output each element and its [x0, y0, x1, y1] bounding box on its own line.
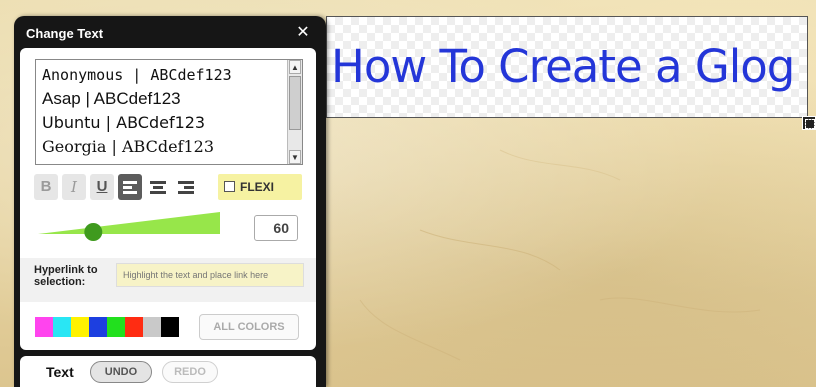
font-list[interactable]: Anonymous | ABCdef123 Asap | ABCdef123 U… [35, 59, 303, 165]
hyperlink-label: Hyperlink to selection: [34, 264, 98, 288]
font-list-scrollbar[interactable]: ▲ ▼ [287, 60, 302, 164]
scroll-thumb[interactable] [289, 76, 301, 130]
redo-button[interactable]: REDO [162, 361, 218, 383]
underline-button[interactable]: U [90, 174, 114, 200]
color-swatch-4[interactable] [107, 317, 125, 337]
font-size-slider[interactable] [34, 210, 224, 244]
font-size-input[interactable]: 60 [254, 215, 298, 241]
flexi-toggle[interactable]: FLEXI [218, 174, 302, 200]
change-text-panel: Change Text ✕ Anonymous | ABCdef123 Asap… [14, 16, 326, 387]
footer-label: Text [46, 364, 74, 380]
scroll-up-icon[interactable]: ▲ [289, 60, 301, 74]
font-item-asap[interactable]: Asap | ABCdef123 [42, 87, 181, 111]
color-swatches [35, 317, 179, 337]
hyperlink-input[interactable] [116, 263, 304, 287]
canvas-text-box[interactable]: How To Create a Glog [326, 16, 808, 118]
panel-title: Change Text [26, 26, 104, 41]
color-swatch-2[interactable] [71, 317, 89, 337]
color-swatch-5[interactable] [125, 317, 143, 337]
font-item-anonymous[interactable]: Anonymous | ABCdef123 [42, 63, 232, 87]
hyperlink-section: Hyperlink to selection: [20, 258, 316, 302]
color-swatch-3[interactable] [89, 317, 107, 337]
flexi-checkbox[interactable] [224, 181, 235, 192]
italic-button[interactable]: I [62, 174, 86, 200]
slider-knob[interactable] [84, 223, 103, 241]
format-toolbar: B I U FLEXI [34, 174, 302, 202]
slider-track [38, 212, 220, 234]
all-colors-button[interactable]: ALL COLORS [199, 314, 299, 340]
scroll-down-icon[interactable]: ▼ [289, 150, 301, 164]
align-left-button[interactable] [118, 174, 142, 200]
align-left-icon [123, 181, 137, 194]
glog-title-text[interactable]: How To Create a Glog [331, 39, 795, 95]
align-right-icon [178, 181, 194, 194]
bold-button[interactable]: B [34, 174, 58, 200]
align-right-button[interactable] [174, 174, 198, 200]
align-center-icon [150, 181, 166, 194]
close-icon[interactable]: ✕ [295, 25, 311, 41]
color-swatch-1[interactable] [53, 317, 71, 337]
color-swatch-6[interactable] [143, 317, 161, 337]
resize-handle-icon[interactable] [802, 116, 816, 130]
color-swatch-7[interactable] [161, 317, 179, 337]
font-item-georgia[interactable]: Georgia | ABCdef123 [42, 135, 214, 159]
font-item-ubuntu[interactable]: Ubuntu | ABCdef123 [42, 111, 205, 135]
color-swatch-0[interactable] [35, 317, 53, 337]
align-center-button[interactable] [146, 174, 170, 200]
panel-footer: Text UNDO REDO [20, 356, 316, 387]
panel-body: Anonymous | ABCdef123 Asap | ABCdef123 U… [20, 48, 316, 350]
flexi-label: FLEXI [240, 180, 275, 194]
undo-button[interactable]: UNDO [90, 361, 152, 383]
